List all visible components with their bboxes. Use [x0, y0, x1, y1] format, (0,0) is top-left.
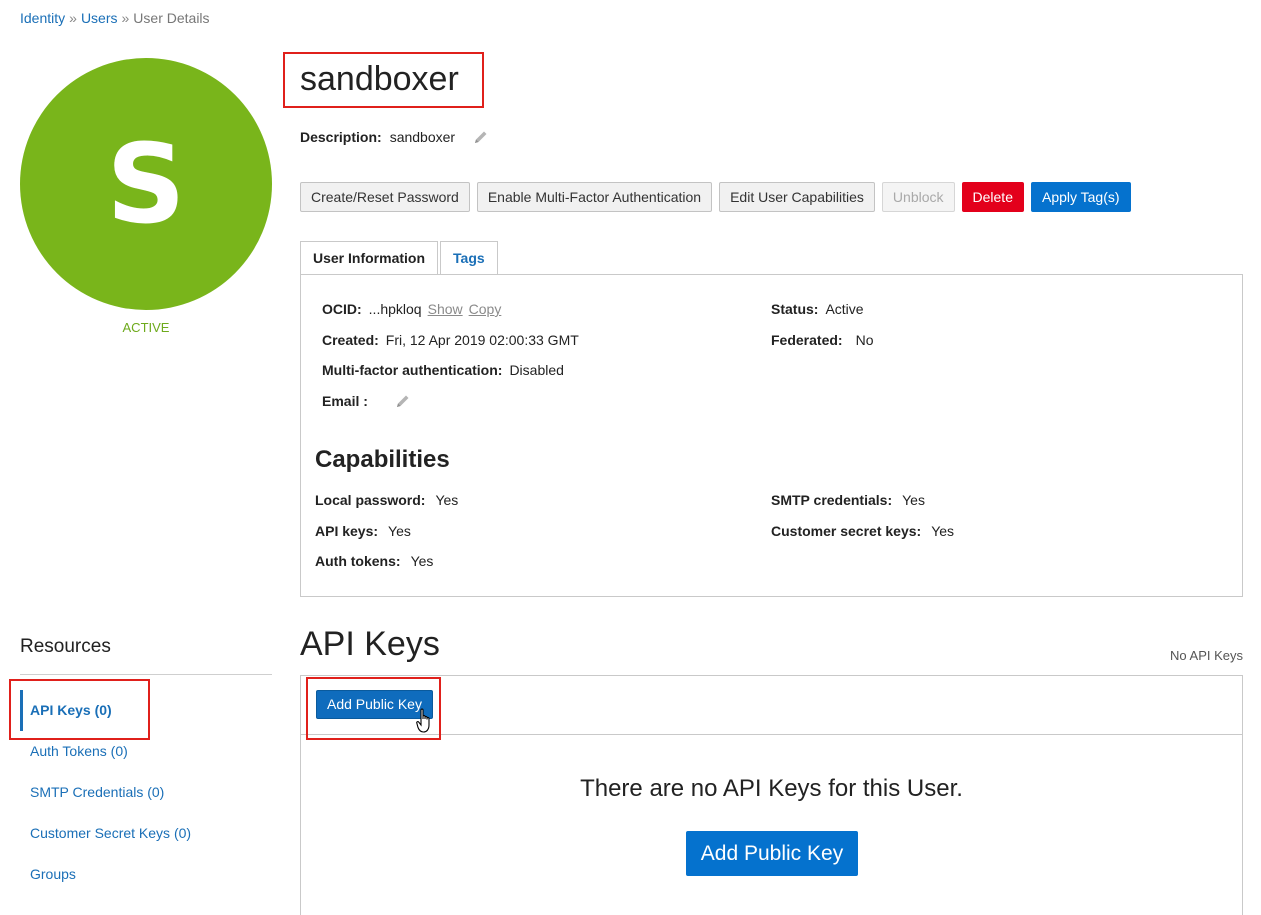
page-title: sandboxer [300, 60, 459, 98]
user-avatar: S [20, 58, 272, 310]
unblock-button[interactable]: Unblock [881, 182, 955, 212]
created-value: Fri, 12 Apr 2019 02:00:33 GMT [385, 332, 579, 348]
user-actions-toolbar: Create/Reset Password Enable Multi-Facto… [300, 182, 1131, 212]
hand-cursor-icon [416, 708, 434, 739]
breadcrumb-separator: » [121, 10, 130, 26]
delete-button[interactable]: Delete [961, 182, 1024, 212]
breadcrumb-identity[interactable]: Identity [20, 10, 65, 26]
api-keys-toolbar-divider [301, 734, 1242, 735]
smtp-capability-value: Yes [902, 492, 925, 508]
edit-user-capabilities-button[interactable]: Edit User Capabilities [719, 182, 875, 212]
created-row: Created: Fri, 12 Apr 2019 02:00:33 GMT [322, 332, 579, 348]
status-label: Status: [771, 301, 819, 317]
enable-mfa-button[interactable]: Enable Multi-Factor Authentication [476, 182, 713, 212]
ocid-show-link[interactable]: Show [428, 301, 463, 317]
smtp-capability-row: SMTP credentials: Yes [771, 492, 925, 508]
auth-tokens-capability-label: Auth tokens: [315, 553, 401, 569]
description-label: Description: [300, 129, 382, 146]
mfa-label: Multi-factor authentication: [322, 362, 503, 378]
customer-secret-capability-label: Customer secret keys: [771, 523, 922, 539]
local-password-label: Local password: [315, 492, 426, 508]
smtp-capability-label: SMTP credentials: [771, 492, 893, 508]
resource-item-api-keys[interactable]: API Keys (0) [20, 690, 272, 731]
breadcrumb-current: User Details [133, 10, 210, 26]
local-password-row: Local password: Yes [315, 492, 458, 508]
status-row: Status: Active [771, 301, 864, 317]
api-keys-capability-value: Yes [388, 523, 411, 539]
breadcrumb-separator: » [69, 10, 77, 26]
auth-tokens-capability-value: Yes [410, 553, 434, 569]
description-value: sandboxer [389, 129, 456, 146]
breadcrumb-users[interactable]: Users [81, 10, 118, 26]
email-label: Email : [322, 393, 368, 410]
avatar-letter: S [106, 120, 186, 248]
resource-item-auth-tokens[interactable]: Auth Tokens (0) [20, 731, 272, 772]
ocid-copy-link[interactable]: Copy [469, 301, 502, 317]
user-status-label: ACTIVE [122, 320, 170, 335]
create-reset-password-button[interactable]: Create/Reset Password [300, 182, 470, 212]
federated-label: Federated: [771, 332, 843, 348]
auth-tokens-capability-row: Auth tokens: Yes [315, 553, 433, 569]
ocid-label: OCID: [322, 301, 362, 317]
resource-item-smtp-credentials[interactable]: SMTP Credentials (0) [20, 772, 272, 813]
edit-description-pencil-icon[interactable] [473, 129, 489, 148]
resource-item-groups[interactable]: Groups [20, 854, 272, 895]
edit-email-pencil-icon[interactable] [395, 393, 411, 412]
description-row: Description: sandboxer [300, 129, 489, 148]
federated-value: No [855, 332, 874, 348]
add-public-key-large-button[interactable]: Add Public Key [686, 831, 858, 876]
customer-secret-capability-row: Customer secret keys: Yes [771, 523, 954, 539]
customer-secret-capability-value: Yes [931, 523, 955, 539]
created-label: Created: [322, 332, 379, 348]
resource-item-customer-secret-keys[interactable]: Customer Secret Keys (0) [20, 813, 272, 854]
api-keys-capability-row: API keys: Yes [315, 523, 411, 539]
apply-tags-button[interactable]: Apply Tag(s) [1030, 182, 1131, 212]
resources-divider [20, 674, 272, 675]
breadcrumb: Identity» Users» User Details [20, 10, 210, 26]
local-password-value: Yes [435, 492, 459, 508]
api-keys-empty-message: There are no API Keys for this User. [580, 775, 963, 802]
detail-tabs: User Information Tags [300, 241, 500, 275]
user-information-panel [300, 274, 1243, 597]
ocid-row: OCID: ...hpkloq Show Copy [322, 301, 501, 317]
status-value: Active [825, 301, 864, 317]
tab-tags[interactable]: Tags [440, 241, 498, 275]
mfa-value: Disabled [509, 362, 564, 378]
federated-row: Federated: No [771, 332, 873, 348]
api-keys-heading: API Keys [300, 625, 440, 663]
email-row: Email : [322, 393, 411, 412]
ocid-value: ...hpkloq [368, 301, 422, 317]
api-keys-capability-label: API keys: [315, 523, 379, 539]
tab-user-information[interactable]: User Information [300, 241, 439, 275]
api-keys-count: No API Keys [1170, 648, 1243, 663]
resources-heading: Resources [20, 636, 111, 657]
capabilities-heading: Capabilities [315, 446, 450, 473]
resources-list: API Keys (0) Auth Tokens (0) SMTP Creden… [20, 690, 272, 895]
mfa-row: Multi-factor authentication: Disabled [322, 362, 564, 378]
